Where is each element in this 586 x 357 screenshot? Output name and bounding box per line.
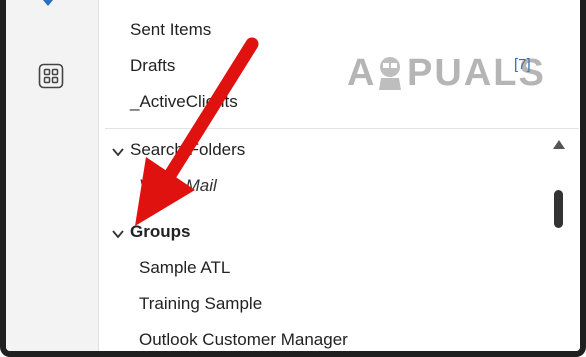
scroll-up-icon[interactable]: [552, 138, 566, 150]
watermark-text: PUALS: [407, 52, 546, 94]
group-item[interactable]: Outlook Customer Manager: [139, 330, 348, 350]
section-divider: [105, 128, 579, 129]
mascot-icon: [379, 57, 401, 90]
chevron-down-icon[interactable]: [111, 145, 125, 159]
folder-active-clients[interactable]: _ActiveClients: [130, 92, 238, 112]
folder-voice-mail[interactable]: Voice Mail: [139, 176, 217, 196]
group-item[interactable]: Sample ATL: [139, 258, 230, 278]
app-window: Sent Items Drafts _ActiveClients [7] Sea…: [0, 0, 586, 357]
scrollbar-thumb[interactable]: [554, 190, 563, 228]
section-search-folders[interactable]: Search Folders: [130, 140, 245, 160]
navigation-rail: [6, 0, 99, 351]
folder-sent-items[interactable]: Sent Items: [130, 20, 211, 40]
group-item[interactable]: Training Sample: [139, 294, 262, 314]
chevron-down-icon[interactable]: [111, 227, 125, 241]
folder-drafts[interactable]: Drafts: [130, 56, 175, 76]
section-groups[interactable]: Groups: [130, 222, 190, 242]
watermark-logo: A PUALS: [251, 52, 544, 94]
mail-icon[interactable]: [36, 0, 60, 16]
apps-icon[interactable]: [38, 63, 64, 89]
